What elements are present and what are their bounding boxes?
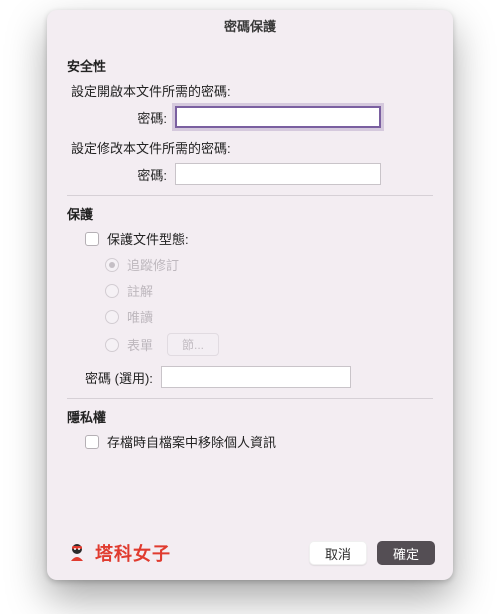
brand-text: 塔科女子 (95, 540, 171, 566)
radio-comment-label: 註解 (127, 281, 153, 300)
sections-button: 節... (167, 333, 219, 356)
radio-comment-row: 註解 (105, 281, 433, 300)
radio-track-label: 追蹤修訂 (127, 255, 179, 274)
radio-comment (105, 284, 119, 298)
divider-2 (67, 398, 433, 399)
radio-readonly-label: 唯讀 (127, 307, 153, 326)
dialog-title: 密碼保護 (47, 10, 453, 44)
optional-password-label: 密碼 (選用): (85, 368, 153, 387)
protect-radio-group: 追蹤修訂 註解 唯讀 表單 節... (105, 255, 433, 356)
remove-personal-label: 存檔時自檔案中移除個人資訊 (107, 432, 276, 451)
radio-form-label: 表單 (127, 335, 153, 354)
cancel-button[interactable]: 取消 (309, 541, 367, 565)
dialog-content: 安全性 設定開啟本文件所需的密碼: 密碼: 設定修改本文件所需的密碼: 密碼: … (47, 44, 453, 467)
brand-icon (65, 541, 89, 565)
dialog-footer: 塔科女子 取消 確定 (47, 526, 453, 580)
radio-form-row: 表單 節... (105, 333, 433, 356)
ok-button[interactable]: 確定 (377, 541, 435, 565)
optional-password-row: 密碼 (選用): (85, 366, 433, 388)
open-password-row: 密碼: (67, 106, 433, 128)
radio-track (105, 258, 119, 272)
radio-track-row: 追蹤修訂 (105, 255, 433, 274)
divider (67, 195, 433, 196)
protect-doc-row[interactable]: 保護文件型態: (85, 229, 433, 248)
brand: 塔科女子 (65, 540, 171, 566)
modify-password-row: 密碼: (67, 163, 433, 185)
open-password-label: 密碼: (67, 108, 175, 127)
remove-personal-row[interactable]: 存檔時自檔案中移除個人資訊 (85, 432, 433, 451)
open-password-desc: 設定開啟本文件所需的密碼: (71, 81, 433, 100)
password-protect-dialog: 密碼保護 安全性 設定開啟本文件所需的密碼: 密碼: 設定修改本文件所需的密碼:… (47, 10, 453, 580)
protect-doc-checkbox[interactable] (85, 232, 99, 246)
protect-doc-label: 保護文件型態: (107, 229, 189, 248)
modify-password-input[interactable] (175, 163, 381, 185)
modify-password-label: 密碼: (67, 165, 175, 184)
optional-password-input (161, 366, 351, 388)
protect-heading: 保護 (67, 204, 433, 223)
open-password-input[interactable] (175, 106, 381, 128)
radio-form (105, 338, 119, 352)
radio-readonly (105, 310, 119, 324)
radio-readonly-row: 唯讀 (105, 307, 433, 326)
privacy-heading: 隱私權 (67, 407, 433, 426)
remove-personal-checkbox[interactable] (85, 435, 99, 449)
footer-buttons: 取消 確定 (309, 541, 435, 565)
security-heading: 安全性 (67, 56, 433, 75)
modify-password-desc: 設定修改本文件所需的密碼: (71, 138, 433, 157)
